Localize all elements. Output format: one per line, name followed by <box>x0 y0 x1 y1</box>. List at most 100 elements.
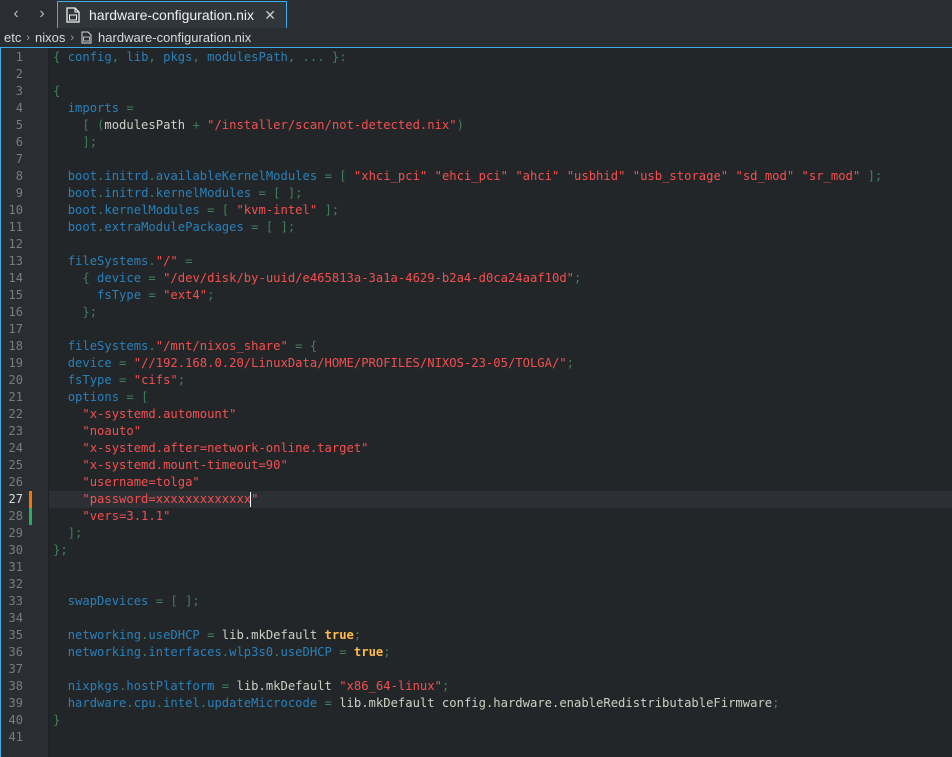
code-token: "/" <box>155 254 178 268</box>
code-editor[interactable]: 1 2 3 4 5 6 7 8 9 10 11 12 13 14 15 16 17 18 19 20 21 22 23 24 2… <box>0 47 952 757</box>
chevron-right-icon: › <box>39 5 45 22</box>
code-line[interactable]: boot.initrd.kernelModules = [ ]; <box>49 185 952 202</box>
code-token: = [ ]; <box>243 220 296 234</box>
code-line[interactable] <box>49 661 952 678</box>
close-icon[interactable]: ✕ <box>264 7 276 24</box>
code-line[interactable]: { device = "/dev/disk/by-uuid/e465813a-3… <box>49 270 952 287</box>
code-token: "x-systemd.after=network-online.target" <box>82 441 369 455</box>
code-line[interactable]: swapDevices = [ ]; <box>49 593 952 610</box>
line-number: 27 <box>8 492 23 506</box>
code-line[interactable]: [ (modulesPath + "/installer/scan/not-de… <box>49 117 952 134</box>
code-token: "/mnt/nixos_share" <box>155 339 288 353</box>
code-token: fsType <box>97 288 142 302</box>
code-line[interactable]: "password=xxxxxxxxxxxxx" <box>49 491 952 508</box>
code-token: ]; <box>317 203 340 217</box>
code-line[interactable]: }; <box>49 304 952 321</box>
code-token: "/dev/disk/by-uuid/e465813a-3a1a-4629-b2… <box>163 271 574 285</box>
code-token: ; <box>772 696 780 710</box>
breadcrumb-item-file[interactable]: hardware-configuration.nix <box>98 30 251 45</box>
code-line[interactable] <box>49 576 952 593</box>
code-token: lib.mkDefault config.hardware.enableRedi… <box>339 696 773 710</box>
code-line[interactable]: "vers=3.1.1" <box>49 508 952 525</box>
line-number: 39 <box>8 696 23 710</box>
code-line[interactable]: hardware.cpu.intel.updateMicrocode = lib… <box>49 695 952 712</box>
code-token: initrd <box>104 169 149 183</box>
code-line[interactable]: boot.initrd.availableKernelModules = [ "… <box>49 168 952 185</box>
code-token: kernelModules <box>104 203 200 217</box>
tab-title: hardware-configuration.nix <box>89 7 254 23</box>
code-line[interactable]: { config, lib, pkgs, modulesPath, ... }: <box>49 49 952 66</box>
code-line[interactable] <box>49 151 952 168</box>
code-line[interactable] <box>49 729 952 746</box>
code-token: [ ( <box>82 118 105 132</box>
code-line[interactable]: ]; <box>49 134 952 151</box>
code-line[interactable]: networking.interfaces.wlp3s0.useDHCP = t… <box>49 644 952 661</box>
code-token: boot <box>67 203 98 217</box>
breadcrumb-item-etc[interactable]: etc <box>0 30 21 45</box>
code-line[interactable]: options = [ <box>49 389 952 406</box>
code-token: "/installer/scan/not-detected.nix" <box>207 118 457 132</box>
code-line[interactable]: "username=tolga" <box>49 474 952 491</box>
line-number: 23 <box>8 424 23 438</box>
code-line[interactable] <box>49 236 952 253</box>
code-line[interactable]: "noauto" <box>49 423 952 440</box>
code-token: boot <box>67 186 98 200</box>
code-token: { <box>82 271 98 285</box>
back-button[interactable]: ‹ <box>4 2 28 26</box>
code-token: = <box>141 288 164 302</box>
code-line[interactable] <box>49 66 952 83</box>
code-line[interactable]: { <box>49 83 952 100</box>
code-token: . <box>148 339 156 353</box>
code-token: { <box>53 84 61 98</box>
code-line[interactable]: networking.useDHCP = lib.mkDefault true; <box>49 627 952 644</box>
forward-button[interactable]: › <box>30 2 54 26</box>
line-number: 2 <box>15 67 23 81</box>
code-token: imports <box>67 101 120 115</box>
breadcrumb-item-nixos[interactable]: nixos <box>31 30 65 45</box>
code-token: = <box>214 679 237 693</box>
code-token: "usbhid" <box>566 169 626 183</box>
code-token: swapDevices <box>67 594 149 608</box>
code-line[interactable]: "x-systemd.after=network-online.target" <box>49 440 952 457</box>
code-token: "x-systemd.automount" <box>82 407 237 421</box>
line-number: 5 <box>15 118 23 132</box>
line-number: 34 <box>8 611 23 625</box>
code-line[interactable]: ]; <box>49 525 952 542</box>
code-line[interactable]: imports = <box>49 100 952 117</box>
code-token: fsType <box>67 373 112 387</box>
code-token: ) <box>456 118 464 132</box>
line-number: 31 <box>8 560 23 574</box>
code-line[interactable] <box>49 321 952 338</box>
code-line[interactable]: } <box>49 712 952 729</box>
chevron-right-icon: › <box>70 31 75 44</box>
code-line[interactable]: fsType = "ext4"; <box>49 287 952 304</box>
code-area[interactable]: { config, lib, pkgs, modulesPath, ... }:… <box>49 48 952 757</box>
code-token: = [ ]; <box>148 594 200 608</box>
code-token: boot <box>67 220 98 234</box>
code-line[interactable]: }; <box>49 542 952 559</box>
code-token: + <box>192 118 208 132</box>
code-line[interactable]: "x-systemd.automount" <box>49 406 952 423</box>
code-token: true <box>324 628 354 642</box>
code-token: "xhci_pci" <box>353 169 428 183</box>
code-line[interactable]: fileSystems."/" = <box>49 253 952 270</box>
code-line[interactable]: device = "//192.168.0.20/LinuxData/HOME/… <box>49 355 952 372</box>
code-token: true <box>353 645 384 659</box>
code-line[interactable]: fileSystems."/mnt/nixos_share" = { <box>49 338 952 355</box>
code-line[interactable] <box>49 610 952 627</box>
code-line[interactable]: nixpkgs.hostPlatform = lib.mkDefault "x8… <box>49 678 952 695</box>
code-line[interactable]: boot.extraModulePackages = [ ]; <box>49 219 952 236</box>
code-line[interactable] <box>49 559 952 576</box>
code-token: = <box>111 373 134 387</box>
code-line[interactable]: "x-systemd.mount-timeout=90" <box>49 457 952 474</box>
tab-hardware-configuration[interactable]: hardware-configuration.nix ✕ <box>57 1 287 28</box>
code-token: . <box>126 696 134 710</box>
code-line[interactable]: fsType = "cifs"; <box>49 372 952 389</box>
code-line[interactable]: boot.kernelModules = [ "kvm-intel" ]; <box>49 202 952 219</box>
code-token: ; <box>574 271 582 285</box>
